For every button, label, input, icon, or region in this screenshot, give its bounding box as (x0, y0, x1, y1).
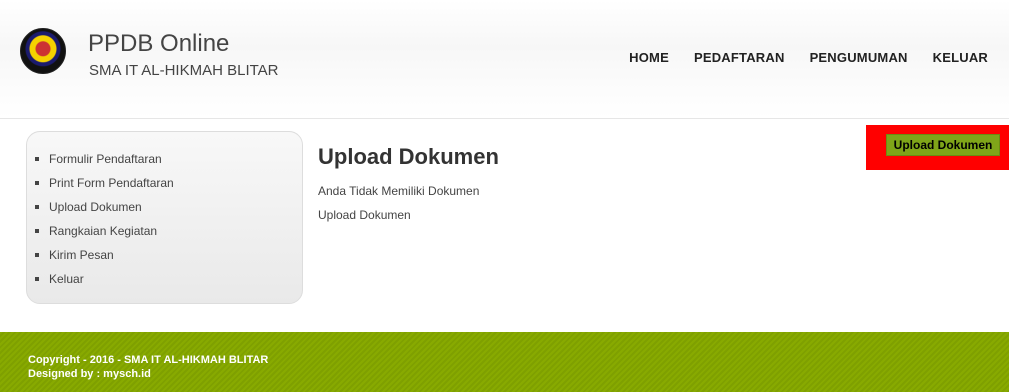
sidebar-menu: Formulir Pendaftaran Print Form Pendafta… (26, 131, 303, 304)
sidebar-item-formulir-pendaftaran[interactable]: Formulir Pendaftaran (35, 151, 302, 175)
site-title: PPDB Online (88, 30, 230, 57)
sidebar-item-upload-dokumen[interactable]: Upload Dokumen (35, 199, 302, 223)
no-document-message: Anda Tidak Memiliki Dokumen (318, 184, 480, 198)
page-title: Upload Dokumen (318, 144, 499, 169)
nav-pengumuman[interactable]: PENGUMUMAN (810, 50, 908, 65)
nav-home[interactable]: HOME (629, 50, 669, 65)
school-logo-icon (20, 28, 66, 74)
main-nav: HOME PEDAFTARAN PENGUMUMAN KELUAR (629, 50, 988, 65)
sidebar-item-rangkaian-kegiatan[interactable]: Rangkaian Kegiatan (35, 223, 302, 247)
upload-document-button[interactable]: Upload Dokumen (886, 134, 1000, 156)
sidebar-item-keluar[interactable]: Keluar (35, 271, 302, 295)
footer-designed-by: Designed by : mysch.id (28, 368, 151, 380)
sidebar-item-print-form[interactable]: Print Form Pendaftaran (35, 175, 302, 199)
footer-copyright: Copyright - 2016 - SMA IT AL-HIKMAH BLIT… (28, 354, 269, 366)
site-footer: Copyright - 2016 - SMA IT AL-HIKMAH BLIT… (0, 332, 1009, 392)
site-subtitle: SMA IT AL-HIKMAH BLITAR (89, 62, 279, 79)
nav-keluar[interactable]: KELUAR (933, 50, 988, 65)
sidebar-item-kirim-pesan[interactable]: Kirim Pesan (35, 247, 302, 271)
upload-document-link[interactable]: Upload Dokumen (318, 208, 411, 222)
nav-pendaftaran[interactable]: PEDAFTARAN (694, 50, 785, 65)
site-header: PPDB Online SMA IT AL-HIKMAH BLITAR HOME… (0, 0, 1009, 119)
